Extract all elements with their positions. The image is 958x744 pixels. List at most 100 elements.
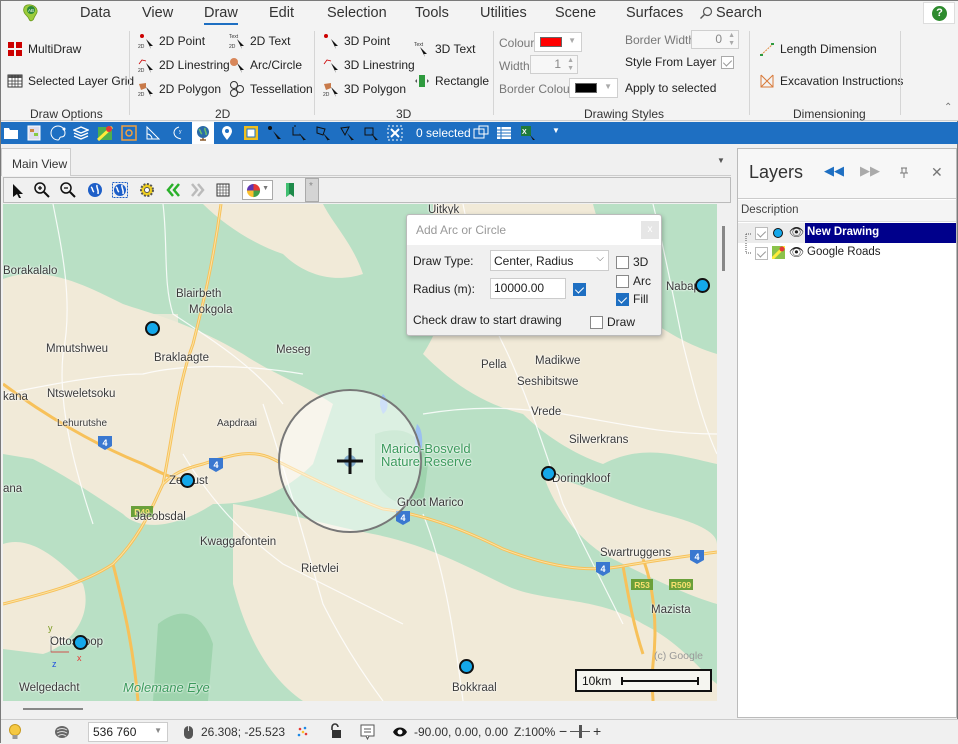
colour-dropdown[interactable]: ▼ <box>534 32 582 52</box>
tab-edit[interactable]: Edit <box>269 5 294 21</box>
2d-text-button[interactable]: Text 2D 2D Text <box>229 33 290 49</box>
eye-icon[interactable]: 👁 <box>789 245 804 259</box>
select-box-icon[interactable] <box>363 125 379 141</box>
palette-icon[interactable] <box>50 125 66 141</box>
attribute-table-icon[interactable] <box>496 125 512 141</box>
map-point-marker[interactable] <box>145 321 160 336</box>
zoom-slider-thumb[interactable] <box>579 725 582 738</box>
3d-text-button[interactable]: Text 3D Text <box>414 41 475 57</box>
map-point-marker[interactable] <box>73 635 88 650</box>
frame-icon[interactable] <box>121 125 137 141</box>
tab-scene[interactable]: Scene <box>555 5 596 21</box>
width-spinner[interactable]: 1 ▲ ▼ <box>530 55 578 74</box>
comment-icon[interactable] <box>360 724 375 740</box>
snap-icon[interactable] <box>297 726 309 738</box>
map-point-marker[interactable] <box>180 473 195 488</box>
clear-selection-icon[interactable] <box>387 125 403 141</box>
style-from-layer-toggle[interactable]: Style From Layer <box>625 55 735 69</box>
pointer-tool-icon[interactable] <box>10 182 26 198</box>
border-colour-dropdown[interactable]: ▼ <box>569 78 618 98</box>
3d-point-button[interactable]: 3D Point <box>323 33 390 49</box>
collapse-left-icon[interactable]: ◀◀ <box>824 163 844 179</box>
app-logo-icon[interactable]: AB <box>21 3 41 23</box>
open-folder-icon[interactable] <box>3 125 19 141</box>
radius-input[interactable]: 10000.00 <box>490 278 566 299</box>
arc-circle-button[interactable]: Arc/Circle <box>229 57 302 73</box>
map-horizontal-scrollbar[interactable] <box>3 701 731 717</box>
tab-list-dropdown-icon[interactable]: ▼ <box>717 156 725 165</box>
zoom-out-button[interactable]: − <box>559 723 567 739</box>
pin-icon[interactable] <box>899 167 909 179</box>
map-point-marker[interactable] <box>541 466 556 481</box>
next-view-icon[interactable] <box>190 182 206 198</box>
expand-right-icon[interactable]: ▶▶ <box>860 163 880 179</box>
location-pin-icon[interactable] <box>219 125 235 141</box>
option-fill-checkbox[interactable]: Fill <box>616 292 648 306</box>
tab-draw[interactable]: Draw <box>204 5 238 25</box>
layers-column-header[interactable]: Description <box>738 200 956 222</box>
3d-linestring-button[interactable]: 3D Linestring <box>323 57 415 73</box>
layer-visibility-checkbox[interactable] <box>755 247 768 260</box>
rectangle-button[interactable]: Rectangle <box>414 73 489 89</box>
select-line-icon[interactable] <box>291 125 307 141</box>
zoom-to-selection-icon[interactable] <box>473 125 489 141</box>
world-icon[interactable] <box>87 182 103 198</box>
excavation-instructions-button[interactable]: Excavation Instructions <box>759 73 903 89</box>
draw-type-select[interactable]: Center, Radius ⌵ <box>490 250 609 271</box>
unlock-icon[interactable] <box>329 723 343 740</box>
collapse-ribbon-icon[interactable]: ⌃ <box>944 102 952 113</box>
layers-stack-icon[interactable] <box>73 125 89 141</box>
checkbox-box[interactable] <box>616 255 629 269</box>
apply-to-selected-button[interactable]: Apply to selected <box>625 81 716 95</box>
lightbulb-icon[interactable] <box>8 724 22 741</box>
layer-visibility-checkbox[interactable] <box>755 227 768 240</box>
map-vertical-scrollbar[interactable] <box>717 204 731 701</box>
2d-polygon-button[interactable]: 2D 2D Polygon <box>138 81 221 97</box>
view-eye-icon[interactable] <box>392 726 408 738</box>
select-freehand-icon[interactable] <box>339 125 355 141</box>
measure-angle-icon[interactable] <box>145 125 161 141</box>
previous-view-icon[interactable] <box>165 182 181 198</box>
tessellation-button[interactable]: Tessellation <box>229 81 313 97</box>
pinecone-icon[interactable] <box>54 724 70 740</box>
scrollbar-thumb[interactable] <box>722 226 725 271</box>
excel-export-icon[interactable]: X <box>520 125 536 141</box>
map-point-marker[interactable] <box>459 659 474 674</box>
tab-data[interactable]: Data <box>80 5 111 21</box>
radius-checkbox[interactable] <box>573 283 586 296</box>
option-arc-checkbox[interactable]: Arc <box>616 274 651 288</box>
grid-toggle-icon[interactable] <box>215 182 231 198</box>
border-width-spinner[interactable]: 0 ▲ ▼ <box>691 30 739 49</box>
2d-point-button[interactable]: 2D 2D Point <box>138 33 205 49</box>
map-point-marker[interactable] <box>695 278 710 293</box>
tab-selection[interactable]: Selection <box>327 5 387 21</box>
curve-measure-icon[interactable]: y <box>169 125 185 141</box>
settings-gear-icon[interactable] <box>139 182 155 198</box>
select-polygon-icon[interactable] <box>315 125 331 141</box>
selected-layer-grid-button[interactable]: Selected Layer Grid <box>7 73 134 89</box>
zoom-extent-icon[interactable] <box>112 182 128 198</box>
map-scale-combobox[interactable]: 536 760 ▼ <box>88 722 168 742</box>
select-point-icon[interactable] <box>267 125 283 141</box>
2d-linestring-button[interactable]: 2D 2D Linestring <box>138 57 230 73</box>
zoom-in-icon[interactable] <box>34 182 50 198</box>
checkbox-box[interactable] <box>616 292 629 306</box>
colour-scheme-dropdown[interactable]: ▼ <box>242 180 273 200</box>
zoom-out-icon[interactable] <box>60 182 76 198</box>
scrollbar-thumb[interactable] <box>23 708 83 710</box>
help-button[interactable]: ? <box>923 2 955 24</box>
layer-row[interactable]: 👁 New Drawing <box>738 223 956 243</box>
tab-main-view[interactable]: Main View <box>1 148 71 176</box>
eye-icon[interactable]: 👁 <box>789 225 804 239</box>
option-3d-checkbox[interactable]: 3D <box>616 255 648 269</box>
3d-polygon-button[interactable]: 2D 3D Polygon <box>323 81 406 97</box>
toolbar-overflow-icon[interactable]: ▼ <box>552 126 560 135</box>
checkbox-box[interactable] <box>616 274 629 288</box>
select-rectangle-icon[interactable] <box>243 125 259 141</box>
tab-surfaces[interactable]: Surfaces <box>626 5 683 21</box>
dialog-close-button[interactable]: x <box>641 221 659 239</box>
bookmark-icon[interactable] <box>282 182 298 198</box>
tab-view[interactable]: View <box>142 5 173 21</box>
google-maps-icon[interactable] <box>97 125 113 141</box>
multidraw-button[interactable]: MultiDraw <box>7 41 81 57</box>
